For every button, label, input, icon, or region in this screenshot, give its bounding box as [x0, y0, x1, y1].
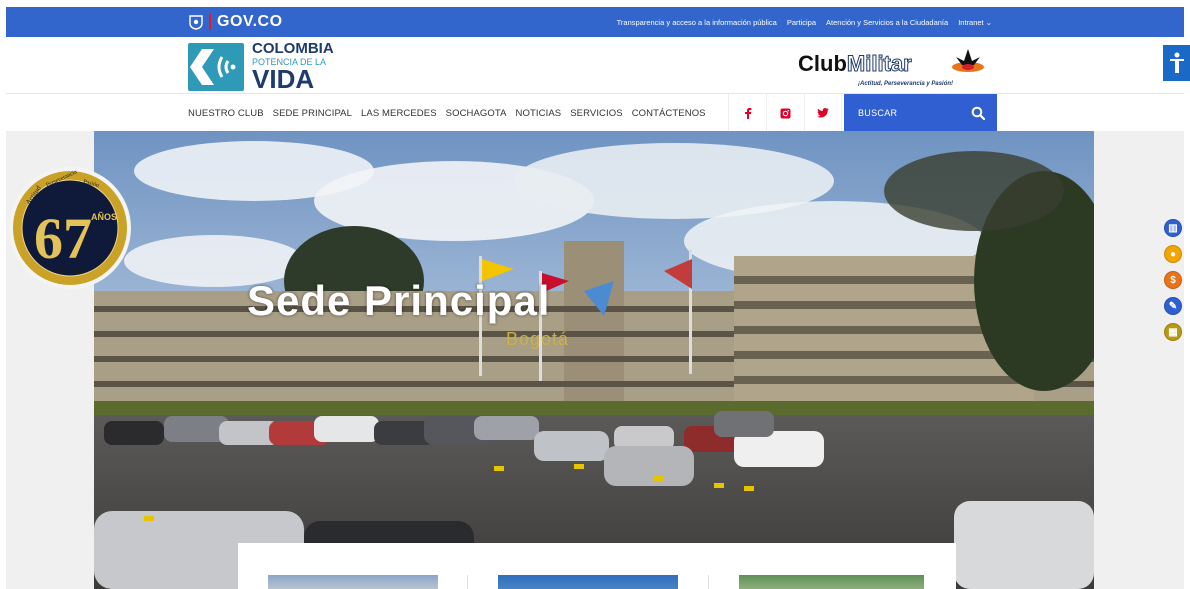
club-militar-logo[interactable]: ClubMilitar ¡Actitud, Perseverancia y Pa…: [798, 45, 988, 91]
link-participa[interactable]: Participa: [787, 18, 816, 27]
sede-thumbnail[interactable]: [268, 575, 438, 589]
nav-item-sochagota[interactable]: SOCHAGOTA: [446, 108, 507, 119]
link-atencion[interactable]: Atención y Servicios a la Ciudadanía: [826, 18, 948, 27]
link-intranet[interactable]: Intranet ⌄: [958, 18, 992, 27]
instagram-icon: [780, 108, 791, 118]
twitter-button[interactable]: [804, 94, 842, 132]
colombia-brand-text: COLOMBIA POTENCIA DE LA VIDA: [252, 41, 334, 92]
search-label: BUSCAR: [858, 108, 898, 118]
instagram-button[interactable]: [766, 94, 804, 132]
sedes-card: [238, 543, 956, 589]
gov-top-bar: GOV.CO Transparencia y acceso a la infor…: [6, 7, 1184, 37]
anniversary-badge[interactable]: 67 AÑOS Actitud Perseverancia Pasión 195…: [7, 165, 133, 291]
brand-line-vida: VIDA: [252, 64, 315, 94]
payment-icon[interactable]: ✎: [1164, 297, 1182, 315]
nav-menu: NUESTRO CLUB SEDE PRINCIPAL LAS MERCEDES…: [188, 94, 706, 132]
sede-thumbnail[interactable]: [498, 575, 678, 589]
page: GOV.CO Transparencia y acceso a la infor…: [0, 0, 1190, 589]
floating-shortcuts: ▥ ● $ ✎ ▦: [1164, 219, 1182, 349]
hero-title: Sede Principal: [247, 277, 551, 324]
twitter-icon: [817, 108, 829, 118]
user-icon[interactable]: ●: [1164, 245, 1182, 263]
club-word-club: Club: [798, 51, 847, 76]
facebook-button[interactable]: [728, 94, 766, 132]
anniversary-years-label: AÑOS: [91, 212, 117, 222]
calendar-icon[interactable]: ▦: [1164, 323, 1182, 341]
accessibility-icon: [1169, 52, 1184, 73]
club-eagle-icon: [952, 49, 984, 72]
colombia-potencia-logo[interactable]: COLOMBIA POTENCIA DE LA VIDA: [188, 40, 338, 92]
nav-item-las-mercedes[interactable]: LAS MERCEDES: [361, 108, 437, 119]
hero-subtitle: Bogotá: [506, 329, 570, 349]
sound-wave-icon: [190, 49, 236, 85]
hero-slider[interactable]: Sede Principal Bogotá: [94, 131, 1094, 589]
nav-item-nuestro-club[interactable]: NUESTRO CLUB: [188, 108, 264, 119]
gov-logo-separator: [209, 14, 211, 30]
hero-image: [94, 131, 1094, 589]
card-divider: [708, 575, 709, 589]
nav-item-contactenos[interactable]: CONTÁCTENOS: [632, 108, 706, 119]
anniversary-dates: 1956 - 2023: [54, 269, 87, 275]
colombia-brand-mark: [188, 43, 244, 91]
sede-thumbnail[interactable]: [739, 575, 924, 589]
club-slogan: ¡Actitud, Perseverancia y Pasión!: [858, 81, 954, 87]
stats-icon[interactable]: ▥: [1164, 219, 1182, 237]
nav-item-noticias[interactable]: NOTICIAS: [516, 108, 562, 119]
club-word-militar: Militar: [846, 51, 912, 77]
gov-links: Transparencia y acceso a la información …: [617, 7, 992, 37]
dollar-icon[interactable]: $: [1164, 271, 1182, 289]
card-divider: [467, 575, 468, 589]
nav-item-servicios[interactable]: SERVICIOS: [570, 108, 622, 119]
accessibility-button[interactable]: [1163, 45, 1190, 81]
site-header: COLOMBIA POTENCIA DE LA VIDA ClubMilitar…: [6, 37, 1184, 93]
anniversary-number: 67: [34, 206, 92, 271]
nav-item-sede-principal[interactable]: SEDE PRINCIPAL: [273, 108, 352, 119]
link-transparencia[interactable]: Transparencia y acceso a la información …: [617, 18, 777, 27]
club-wordmark: ClubMilitar: [798, 51, 912, 77]
colombia-shield-icon: [189, 15, 203, 30]
gov-logo-text: GOV.CO: [217, 13, 283, 30]
gov-logo[interactable]: GOV.CO: [189, 11, 283, 33]
facebook-icon: [744, 108, 751, 119]
main-navigation: NUESTRO CLUB SEDE PRINCIPAL LAS MERCEDES…: [6, 93, 1184, 132]
search-icon[interactable]: [971, 106, 985, 120]
anniversary-seal-icon: 67 AÑOS Actitud Perseverancia Pasión 195…: [9, 167, 131, 289]
search-box[interactable]: BUSCAR: [844, 94, 997, 132]
brand-line-colombia: COLOMBIA: [252, 40, 334, 57]
